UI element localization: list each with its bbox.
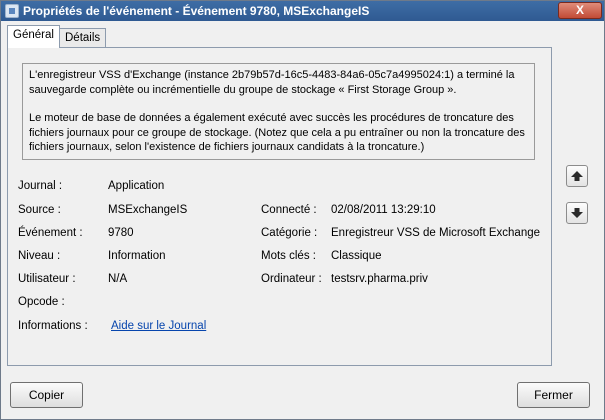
- journal-value: Application: [108, 180, 165, 192]
- tab-details[interactable]: Détails: [59, 28, 107, 49]
- logged-label: Connecté :: [261, 204, 317, 216]
- computer-value: testsrv.pharma.priv: [331, 273, 428, 285]
- keywords-label: Mots clés :: [261, 250, 316, 262]
- general-tab-panel: L'enregistreur VSS d'Exchange (instance …: [7, 47, 552, 366]
- logged-value: 02/08/2011 13:29:10: [331, 204, 436, 216]
- description-paragraph-2: Le moteur de base de données a également…: [29, 112, 525, 153]
- event-id-label: Événement :: [18, 227, 83, 239]
- next-event-button[interactable]: [566, 202, 588, 224]
- description-paragraph-1: L'enregistreur VSS d'Exchange (instance …: [29, 69, 515, 96]
- source-label: Source :: [18, 204, 61, 216]
- close-button[interactable]: Fermer: [517, 382, 590, 408]
- computer-label: Ordinateur :: [261, 273, 322, 285]
- event-id-value: 9780: [108, 227, 134, 239]
- category-value: Enregistreur VSS de Microsoft Exchange: [331, 227, 541, 239]
- user-label: Utilisateur :: [18, 273, 76, 285]
- event-properties-window: Propriétés de l'événement - Événement 97…: [0, 0, 605, 420]
- opcode-label: Opcode :: [18, 296, 65, 308]
- source-value: MSExchangeIS: [108, 204, 188, 216]
- category-label: Catégorie :: [261, 227, 318, 239]
- level-label: Niveau :: [18, 250, 61, 262]
- event-log-help-link[interactable]: Aide sur le Journal: [111, 320, 206, 332]
- window-close-button[interactable]: X: [558, 2, 602, 19]
- previous-event-button[interactable]: [566, 165, 588, 187]
- window-title: Propriétés de l'événement - Événement 97…: [23, 4, 370, 18]
- copy-button[interactable]: Copier: [10, 382, 83, 408]
- more-info-label: Informations :: [18, 320, 88, 332]
- title-bar: Propriétés de l'événement - Événement 97…: [1, 1, 604, 21]
- journal-label: Journal :: [18, 180, 63, 192]
- event-description[interactable]: L'enregistreur VSS d'Exchange (instance …: [22, 63, 535, 160]
- event-viewer-icon: [5, 4, 19, 18]
- user-value: N/A: [108, 273, 128, 285]
- tab-general[interactable]: Général: [7, 25, 60, 48]
- level-value: Information: [108, 250, 166, 262]
- keywords-value: Classique: [331, 250, 382, 262]
